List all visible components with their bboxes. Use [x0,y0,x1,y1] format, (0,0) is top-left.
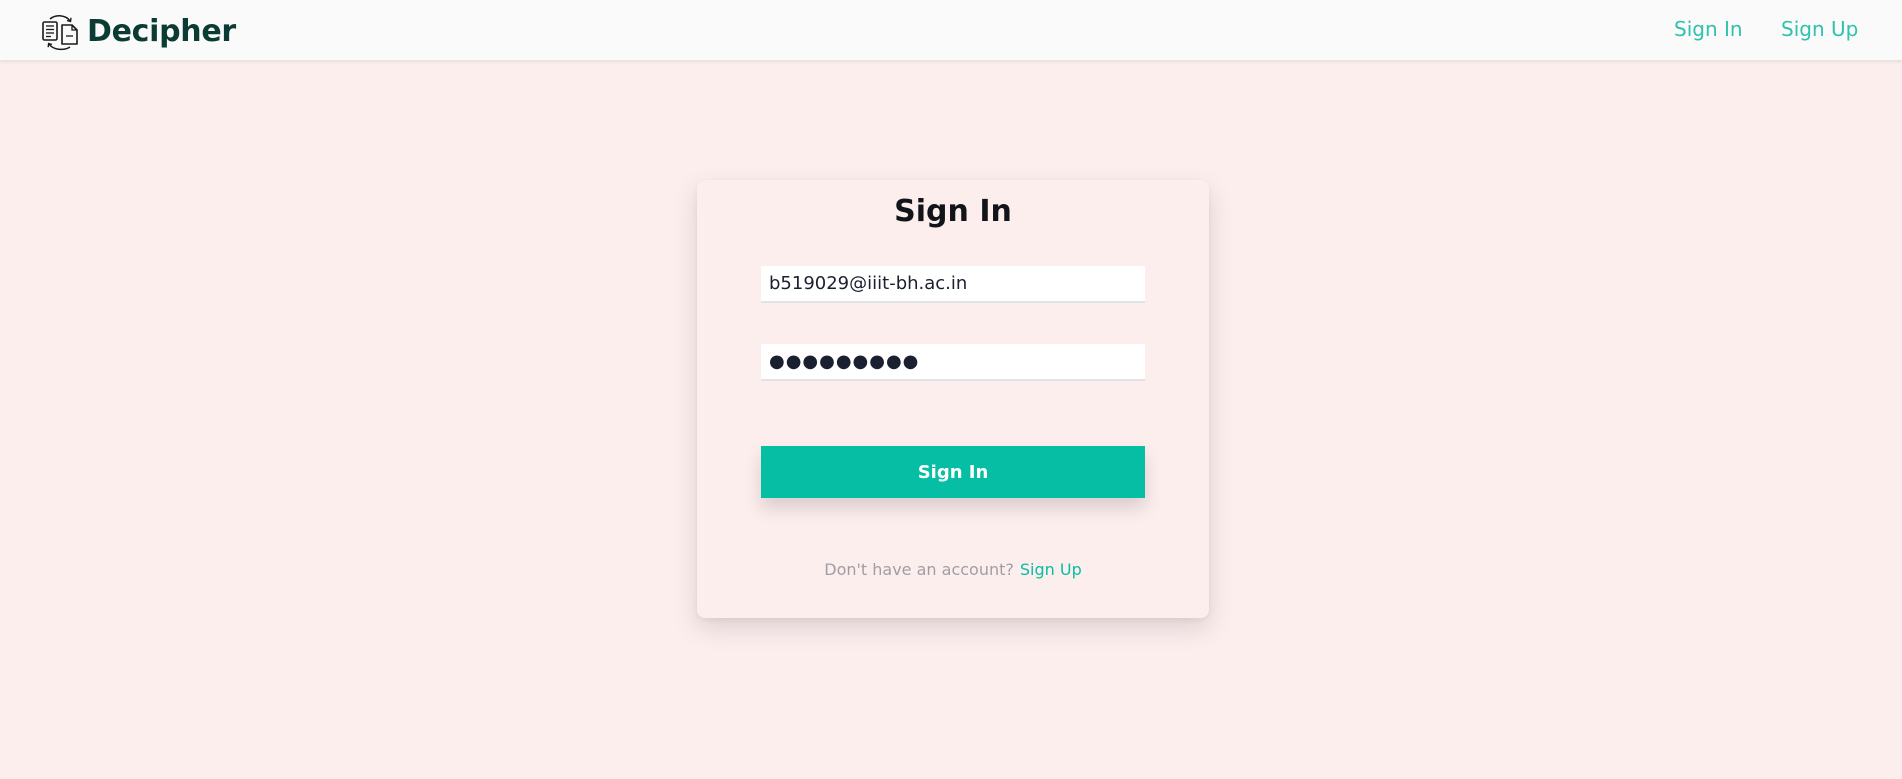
signup-prompt: Don't have an account? Sign Up [697,560,1209,579]
nav-signup-link[interactable]: Sign Up [1781,17,1858,41]
signup-link[interactable]: Sign Up [1020,560,1082,579]
signup-prompt-text: Don't have an account? [824,560,1014,579]
signin-card: Sign In Sign In Don't have an account? Si… [697,180,1209,618]
document-sync-icon [40,13,80,51]
top-navbar: Decipher Sign In Sign Up [0,0,1902,61]
signin-title: Sign In [894,194,1012,229]
email-field[interactable] [761,266,1145,303]
nav-signin-link[interactable]: Sign In [1674,17,1743,41]
password-field[interactable] [761,344,1145,381]
brand-home-link[interactable]: Decipher [40,13,236,51]
brand-name: Decipher [87,14,236,49]
signin-button[interactable]: Sign In [761,446,1145,498]
